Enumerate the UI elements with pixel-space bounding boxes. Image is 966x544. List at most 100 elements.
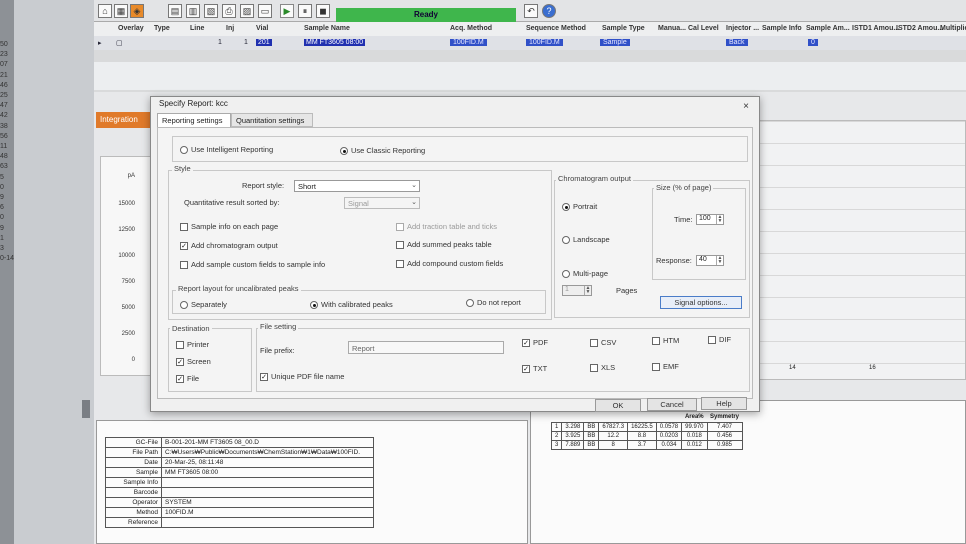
column-header[interactable]: ISTD2 Amou... bbox=[896, 25, 943, 32]
sorted-by-select[interactable]: Signal ⌄ bbox=[344, 197, 420, 209]
check-sample-custom-fields[interactable]: Add sample custom fields to sample info bbox=[180, 260, 325, 270]
pages-stepper[interactable]: 1 ▲ ▼ bbox=[562, 285, 592, 296]
stop-icon[interactable]: ◼ bbox=[316, 4, 330, 18]
format-dif[interactable]: DIF bbox=[708, 335, 731, 345]
uncal-with-calibrated-option[interactable]: With calibrated peaks bbox=[310, 300, 393, 310]
sample-name-cell[interactable]: MM FT3605 08:00 bbox=[304, 39, 366, 46]
report-style-select[interactable]: Short ⌄ bbox=[294, 180, 420, 192]
method-icon[interactable]: ◈ bbox=[130, 4, 144, 18]
peak-cell: BB bbox=[583, 439, 600, 450]
format-xls[interactable]: XLS bbox=[590, 363, 615, 373]
sample-amount-cell[interactable]: 0 bbox=[808, 39, 818, 46]
sequence-table-row[interactable]: ▸ ▢ 1 1 201 MM FT3605 08:00 100FID.M 100… bbox=[94, 36, 966, 50]
time-stepper[interactable]: 100 ▲ ▼ bbox=[696, 214, 724, 225]
info-value: 20-Mar-25, 08:11:48 bbox=[161, 457, 374, 468]
row-number: 0 bbox=[0, 214, 4, 222]
run-icon[interactable]: ▶ bbox=[280, 4, 294, 18]
home-icon[interactable]: ⌂ bbox=[98, 4, 112, 18]
multipage-option[interactable]: Multi-page bbox=[562, 269, 608, 279]
tab-reporting-settings[interactable]: Reporting settings bbox=[157, 113, 231, 127]
folder-icon[interactable]: ▭ bbox=[258, 4, 272, 18]
report-icon[interactable]: ▨ bbox=[240, 4, 254, 18]
print-icon[interactable]: ⎙ bbox=[222, 4, 236, 18]
acq-method-cell[interactable]: 100FID.M bbox=[450, 39, 487, 46]
dest-screen[interactable]: ✓ Screen bbox=[176, 357, 211, 367]
check-summed-peaks[interactable]: Add summed peaks table bbox=[396, 240, 492, 250]
format-csv[interactable]: CSV bbox=[590, 338, 616, 348]
radio-icon bbox=[562, 236, 570, 245]
format-pdf[interactable]: ✓ PDF bbox=[522, 338, 548, 348]
seq-method-cell[interactable]: 100FID.M bbox=[526, 39, 563, 46]
ok-button[interactable]: OK bbox=[595, 399, 641, 412]
portrait-option[interactable]: Portrait bbox=[562, 202, 597, 212]
table-icon[interactable]: ▤ bbox=[168, 4, 182, 18]
row-number-column: 50 23 07 21 46 25 47 42 38 56 11 48 63 5 0 9 6 0 9 1 3 0-14 bbox=[0, 40, 14, 264]
column-header[interactable]: Type bbox=[154, 25, 170, 32]
column-header[interactable]: Sample Am... bbox=[806, 25, 850, 32]
stepper-arrows-icon: ▲ ▼ bbox=[716, 255, 723, 265]
peak-row: 3 7.889 BB 8 3.7 0.034 0.012 0.985 bbox=[550, 439, 743, 450]
sequence-icon[interactable]: ▧ bbox=[204, 4, 218, 18]
column-header[interactable]: Cal Level bbox=[688, 25, 719, 32]
header-cell: Symmetry bbox=[710, 414, 740, 421]
row-number: 23 bbox=[0, 51, 8, 59]
vial-cell[interactable]: 201 bbox=[256, 39, 272, 46]
row-expander-icon[interactable]: ▸ bbox=[98, 39, 102, 47]
tab-quantitation-settings[interactable]: Quantitation settings bbox=[231, 113, 313, 127]
column-header[interactable]: Manua... bbox=[658, 25, 686, 32]
close-icon[interactable]: × bbox=[743, 101, 749, 112]
column-header[interactable]: Sequence Method bbox=[526, 25, 586, 32]
specify-report-dialog: Specify Report: kcc × Reporting settings… bbox=[150, 96, 760, 412]
check-add-chromatogram[interactable]: ✓ Add chromatogram output bbox=[180, 241, 278, 251]
tool-icon[interactable]: ▦ bbox=[114, 4, 128, 18]
help-icon[interactable]: ? bbox=[542, 4, 556, 18]
peak-cell: BB bbox=[583, 430, 600, 441]
uncal-do-not-report-option[interactable]: Do not report bbox=[466, 298, 521, 308]
dest-file[interactable]: ✓ File bbox=[176, 374, 199, 384]
grid-icon[interactable]: ▥ bbox=[186, 4, 200, 18]
back-icon[interactable]: ↶ bbox=[524, 4, 538, 18]
format-htm[interactable]: HTM bbox=[652, 336, 679, 346]
x-tick-label: 16 bbox=[869, 365, 876, 371]
cancel-button[interactable]: Cancel bbox=[647, 398, 697, 411]
y-tick-label: 5000 bbox=[121, 305, 135, 311]
sequence-table-body bbox=[94, 62, 966, 90]
peak-cell: 0.985 bbox=[706, 439, 743, 450]
injector-cell[interactable]: Back bbox=[726, 39, 748, 46]
sample-type-cell[interactable]: Sample bbox=[600, 39, 630, 46]
help-button[interactable]: Help bbox=[701, 397, 747, 410]
check-sample-info-each-page[interactable]: Sample info on each page bbox=[180, 222, 278, 232]
response-stepper[interactable]: 40 ▲ ▼ bbox=[696, 255, 724, 266]
chevron-down-icon: ⌄ bbox=[411, 182, 417, 189]
column-header[interactable]: Injector ... bbox=[726, 25, 759, 32]
overlay-checkbox[interactable]: ▢ bbox=[116, 39, 123, 47]
signal-options-button[interactable]: Signal options... bbox=[660, 296, 742, 309]
integration-tab[interactable]: Integration bbox=[96, 112, 156, 128]
classic-reporting-option[interactable]: Use Classic Reporting bbox=[340, 146, 425, 156]
column-header[interactable]: Multiplier bbox=[940, 25, 966, 32]
uncal-separately-option[interactable]: Separately bbox=[180, 300, 227, 310]
column-header[interactable]: Inj bbox=[226, 25, 234, 32]
column-header[interactable]: Sample Type bbox=[602, 25, 645, 32]
unique-pdf-checkbox[interactable]: ✓ Unique PDF file name bbox=[260, 372, 344, 382]
column-header[interactable]: ISTD1 Amou... bbox=[852, 25, 899, 32]
checkbox-icon bbox=[652, 363, 660, 372]
column-header[interactable]: Sample Info bbox=[762, 25, 802, 32]
column-header[interactable]: Vial bbox=[256, 25, 268, 32]
scrollbar-thumb[interactable] bbox=[82, 400, 90, 418]
peak-cell: 0.0203 bbox=[655, 430, 683, 441]
file-prefix-input[interactable]: Report bbox=[348, 341, 504, 354]
info-key: Operator bbox=[105, 497, 162, 508]
column-header[interactable]: Overlay bbox=[118, 25, 144, 32]
format-txt[interactable]: ✓ TXT bbox=[522, 364, 547, 374]
format-emf[interactable]: EMF bbox=[652, 362, 679, 372]
column-header[interactable]: Sample Name bbox=[304, 25, 350, 32]
column-header[interactable]: Line bbox=[190, 25, 204, 32]
pause-icon[interactable]: ⏸ bbox=[298, 4, 312, 18]
x-tick-label: 14 bbox=[789, 365, 796, 371]
column-header[interactable]: Acq. Method bbox=[450, 25, 492, 32]
dest-printer[interactable]: Printer bbox=[176, 340, 209, 350]
landscape-option[interactable]: Landscape bbox=[562, 235, 610, 245]
check-compound-custom-fields[interactable]: Add compound custom fields bbox=[396, 259, 503, 269]
intelligent-reporting-option[interactable]: Use Intelligent Reporting bbox=[180, 145, 273, 155]
